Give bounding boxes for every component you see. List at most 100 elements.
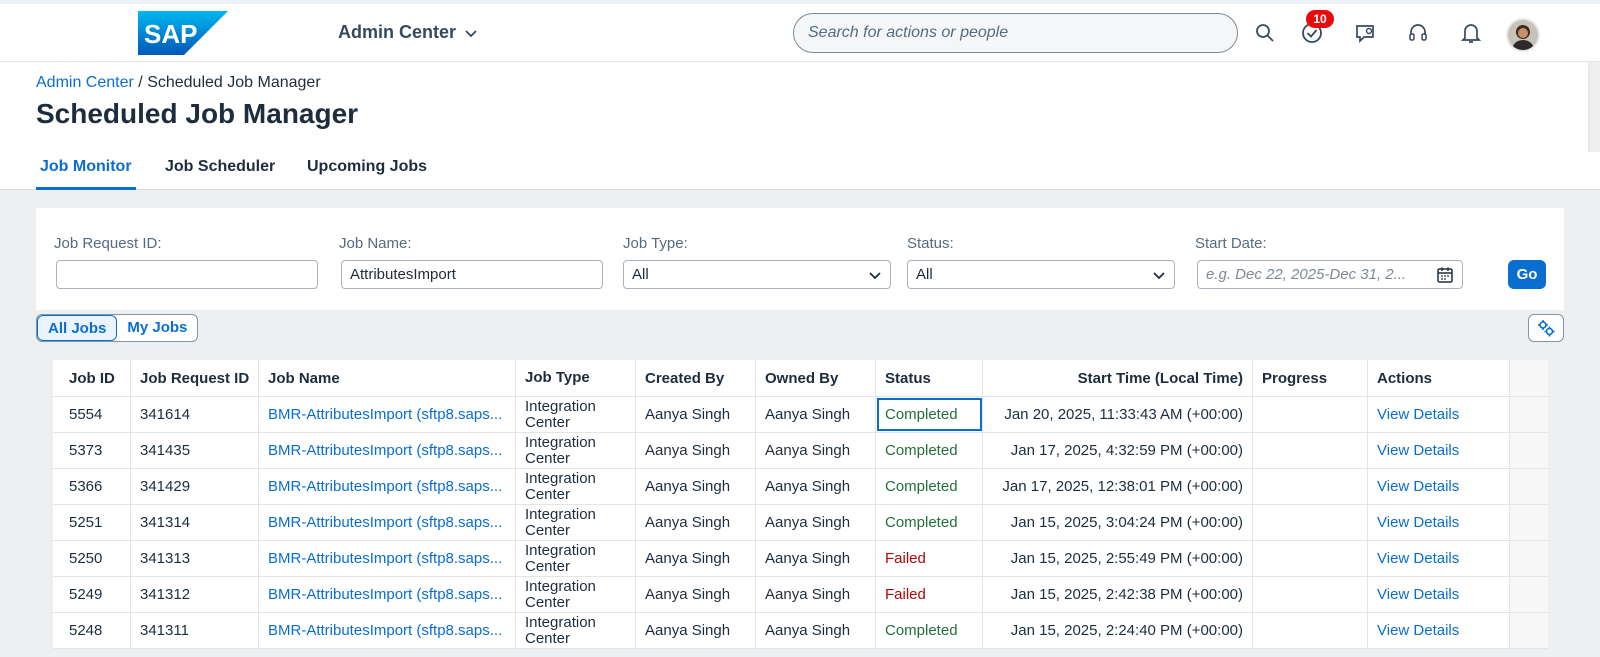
user-avatar[interactable] <box>1506 18 1540 52</box>
settings-gears-icon <box>1538 320 1555 337</box>
headset-support-icon[interactable] <box>1405 20 1431 46</box>
start-time-cell: Jan 20, 2025, 11:33:43 AM (+00:00) <box>983 397 1253 432</box>
chevron-down-icon <box>869 271 881 279</box>
column-header-start-time[interactable]: Start Time (Local Time) <box>983 360 1253 396</box>
job-name-link[interactable]: BMR-AttributesImport (sftp8.saps... <box>259 433 516 468</box>
job-id-cell: 5366 <box>53 469 131 504</box>
table-row[interactable]: 5554 341614 BMR-AttributesImport (sftp8.sa… <box>53 397 1548 433</box>
table-filler-cell <box>1510 541 1548 576</box>
job-name-value: AttributesImport <box>350 266 456 283</box>
job-request-id-cell: 341435 <box>131 433 259 468</box>
progress-cell <box>1253 397 1368 432</box>
column-header-job-type[interactable]: Job Type <box>516 360 636 396</box>
column-header-created-by[interactable]: Created By <box>636 360 756 396</box>
job-name-link[interactable]: BMR-AttributesImport (sftp8.saps... <box>259 505 516 540</box>
job-request-id-input[interactable] <box>56 260 318 289</box>
owned-by-cell: Aanya Singh <box>756 613 876 648</box>
job-name-link[interactable]: BMR-AttributesImport (sftp8.saps... <box>259 541 516 576</box>
breadcrumb: Admin Center / Scheduled Job Manager <box>36 74 321 92</box>
job-type-label: Job Type: <box>623 235 688 252</box>
page-title: Scheduled Job Manager <box>36 98 359 129</box>
created-by-cell: Aanya Singh <box>636 505 756 540</box>
table-filler-cell <box>1510 433 1548 468</box>
view-details-link[interactable]: View Details <box>1368 577 1510 612</box>
created-by-cell: Aanya Singh <box>636 577 756 612</box>
table-row[interactable]: 5249 341312 BMR-AttributesImport (sftp8.sa… <box>53 577 1548 613</box>
column-header-job-id[interactable]: Job ID <box>53 360 131 396</box>
column-header-status[interactable]: Status <box>876 360 983 396</box>
table-filler-cell <box>1510 577 1548 612</box>
job-id-cell: 5248 <box>53 613 131 648</box>
progress-cell <box>1253 541 1368 576</box>
job-name-link[interactable]: BMR-AttributesImport (sftp8.saps... <box>259 397 516 432</box>
owned-by-cell: Aanya Singh <box>756 469 876 504</box>
breadcrumb-separator: / <box>138 74 143 91</box>
search-icon[interactable] <box>1252 20 1278 46</box>
job-request-id-cell: 341312 <box>131 577 259 612</box>
job-id-cell: 5249 <box>53 577 131 612</box>
column-header-progress[interactable]: Progress <box>1253 360 1368 396</box>
job-type-cell: Integration Center <box>516 577 636 612</box>
sap-logo[interactable]: SAP <box>138 11 228 55</box>
job-name-link[interactable]: BMR-AttributesImport (sftp8.saps... <box>259 613 516 648</box>
start-time-cell: Jan 17, 2025, 4:32:59 PM (+00:00) <box>983 433 1253 468</box>
status-cell: Completed <box>876 397 983 432</box>
search-field[interactable] <box>793 13 1238 53</box>
owned-by-cell: Aanya Singh <box>756 541 876 576</box>
table-row[interactable]: 5251 341314 BMR-AttributesImport (sftp8.sa… <box>53 505 1548 541</box>
job-type-value: All <box>632 266 649 283</box>
sap-logo-text: SAP <box>144 19 197 49</box>
go-button[interactable]: Go <box>1508 260 1546 289</box>
notification-bell-icon[interactable] <box>1458 20 1484 46</box>
column-header-job-name[interactable]: Job Name <box>259 360 516 396</box>
breadcrumb-admin-center-link[interactable]: Admin Center <box>36 74 134 91</box>
tab-job-scheduler[interactable]: Job Scheduler <box>165 158 275 190</box>
table-row[interactable]: 5373 341435 BMR-AttributesImport (sftp8.sa… <box>53 433 1548 469</box>
progress-cell <box>1253 469 1368 504</box>
tab-upcoming-jobs[interactable]: Upcoming Jobs <box>307 158 427 190</box>
table-row[interactable]: 5248 341311 BMR-AttributesImport (sftp8.sa… <box>53 613 1548 649</box>
job-request-id-label: Job Request ID: <box>54 235 162 252</box>
job-name-link[interactable]: BMR-AttributesImport (sftp8.saps... <box>259 469 516 504</box>
table-body: 5554 341614 BMR-AttributesImport (sftp8.sa… <box>53 397 1548 649</box>
calendar-icon[interactable] <box>1436 266 1454 284</box>
table-filler-cell <box>1510 505 1548 540</box>
job-name-input[interactable]: AttributesImport <box>341 260 603 289</box>
job-type-cell: Integration Center <box>516 613 636 648</box>
view-details-link[interactable]: View Details <box>1368 433 1510 468</box>
feedback-chat-icon[interactable] <box>1352 20 1378 46</box>
column-header-actions[interactable]: Actions <box>1368 360 1510 396</box>
chevron-down-icon <box>465 29 477 37</box>
column-header-owned-by[interactable]: Owned By <box>756 360 876 396</box>
search-input[interactable] <box>794 14 1237 52</box>
all-jobs-button[interactable]: All Jobs <box>37 315 118 341</box>
view-details-link[interactable]: View Details <box>1368 541 1510 576</box>
breadcrumb-current: Scheduled Job Manager <box>147 74 321 91</box>
table-row[interactable]: 5366 341429 BMR-AttributesImport (sftp8.sa… <box>53 469 1548 505</box>
view-details-link[interactable]: View Details <box>1368 505 1510 540</box>
table-settings-button[interactable] <box>1528 314 1564 342</box>
my-jobs-button[interactable]: My Jobs <box>117 315 197 341</box>
app-title: Admin Center <box>338 22 457 42</box>
job-request-id-cell: 341429 <box>131 469 259 504</box>
todo-badge: 10 <box>1306 10 1334 28</box>
table-row[interactable]: 5250 341313 BMR-AttributesImport (sftp8.sa… <box>53 541 1548 577</box>
view-details-link[interactable]: View Details <box>1368 397 1510 432</box>
page-header: Admin Center / Scheduled Job Manager Sch… <box>0 62 1588 152</box>
progress-cell <box>1253 433 1368 468</box>
column-header-job-request-id[interactable]: Job Request ID <box>131 360 259 396</box>
start-date-input[interactable]: e.g. Dec 22, 2025-Dec 31, 2... <box>1197 260 1463 289</box>
status-select[interactable]: All <box>907 260 1175 289</box>
job-type-select[interactable]: All <box>623 260 891 289</box>
created-by-cell: Aanya Singh <box>636 541 756 576</box>
start-time-cell: Jan 17, 2025, 12:38:01 PM (+00:00) <box>983 469 1253 504</box>
status-cell: Failed <box>876 541 983 576</box>
view-details-link[interactable]: View Details <box>1368 613 1510 648</box>
tab-job-monitor[interactable]: Job Monitor <box>36 158 136 190</box>
status-cell: Completed <box>876 613 983 648</box>
status-cell: Failed <box>876 577 983 612</box>
progress-cell <box>1253 613 1368 648</box>
job-name-link[interactable]: BMR-AttributesImport (sftp8.saps... <box>259 577 516 612</box>
view-details-link[interactable]: View Details <box>1368 469 1510 504</box>
app-title-menu[interactable]: Admin Center <box>338 22 478 43</box>
